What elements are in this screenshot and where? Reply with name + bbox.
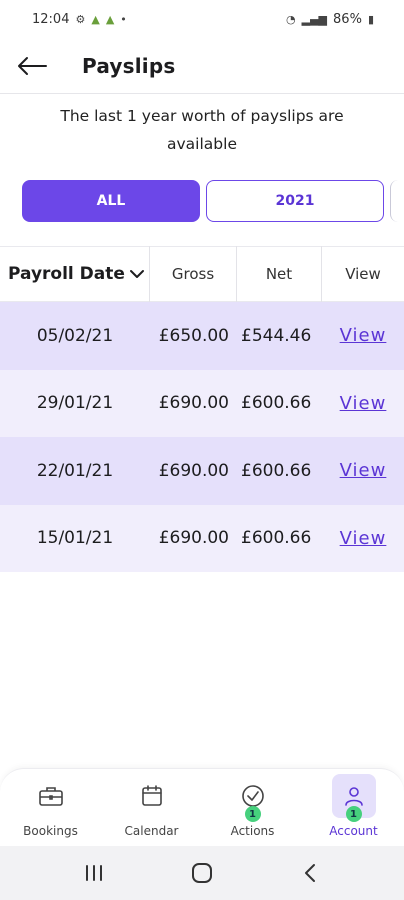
actions-badge: 1 — [244, 806, 261, 822]
nav-account[interactable]: 1 Account — [309, 774, 399, 838]
row-date: 15/01/21 — [36, 528, 114, 549]
dot-icon: • — [120, 12, 127, 26]
home-icon — [192, 863, 212, 883]
nav-icon-wrap: 1 — [231, 774, 275, 822]
nav-calendar[interactable]: Calendar — [107, 774, 197, 838]
android-icon: ▲ — [91, 12, 100, 26]
filter-tabs: ALL 2021 — [22, 180, 404, 222]
row-net: £544.46 — [241, 325, 312, 346]
android-icon: ▲ — [105, 12, 115, 26]
filter-2021-button[interactable]: 2021 — [206, 180, 384, 222]
nav-icon-wrap — [29, 774, 73, 818]
back-button[interactable] — [0, 38, 64, 94]
table-row: 05/02/21 £650.00 £544.46 View — [0, 302, 404, 370]
bottom-nav: Bookings Calendar 1 Actions 1 Account — [0, 768, 404, 846]
filter-next-peek[interactable] — [390, 180, 398, 222]
system-nav-bar — [0, 846, 404, 900]
gross-header: Gross — [150, 246, 237, 302]
nav-icon-wrap — [130, 774, 174, 818]
briefcase-icon — [38, 787, 63, 806]
nav-actions-label: Actions — [230, 824, 275, 838]
table-row: 22/01/21 £690.00 £600.66 View — [0, 437, 404, 505]
view-header: View — [345, 265, 381, 283]
nav-account-label: Account — [329, 824, 378, 838]
table-header: Payroll Date Gross Net View — [0, 246, 404, 302]
chevron-left-icon — [305, 864, 315, 882]
payslips-table: Payroll Date Gross Net View 05/02/21 £65… — [0, 246, 404, 572]
signal-icon: ▂▄▆ — [301, 12, 328, 26]
check-circle-icon — [241, 785, 264, 807]
status-right: ◔ ▂▄▆ 86% ▮ — [286, 12, 374, 27]
chevron-down-icon — [129, 270, 144, 278]
user-icon — [344, 787, 363, 806]
view-payslip-link[interactable]: View — [340, 528, 387, 549]
payroll-date-label: Payroll Date — [8, 264, 125, 284]
battery-percent: 86% — [333, 11, 362, 27]
row-gross: £690.00 — [158, 460, 229, 481]
table-row: 29/01/21 £690.00 £600.66 View — [0, 369, 404, 437]
status-time: 12:04 — [32, 11, 70, 27]
view-payslip-link[interactable]: View — [340, 393, 387, 414]
row-gross: £690.00 — [158, 528, 229, 549]
filter-all-button[interactable]: ALL — [22, 180, 200, 222]
settings-icon: ⚙ — [75, 12, 86, 26]
system-back-button[interactable] — [280, 853, 340, 893]
info-text: The last 1 year worth of payslips are av… — [60, 107, 344, 153]
view-payslip-link[interactable]: View — [340, 460, 387, 481]
row-date: 29/01/21 — [36, 393, 114, 414]
recent-apps-button[interactable] — [64, 853, 124, 893]
row-net: £600.66 — [241, 393, 312, 414]
net-header: Net — [237, 246, 322, 302]
view-payslip-link[interactable]: View — [340, 325, 387, 346]
nav-calendar-label: Calendar — [124, 824, 179, 838]
status-left: 12:04 ⚙ ▲ ▲ • — [32, 12, 127, 27]
app-header: Payslips — [0, 38, 404, 94]
battery-icon: ▮ — [367, 12, 374, 26]
nav-bookings-label: Bookings — [23, 824, 78, 838]
page-title: Payslips — [82, 53, 176, 78]
arrow-left-icon — [18, 56, 47, 75]
row-net: £600.66 — [241, 460, 312, 481]
row-gross: £690.00 — [158, 393, 229, 414]
account-badge: 1 — [345, 806, 362, 822]
wifi-icon: ◔ — [286, 12, 296, 26]
payroll-date-header[interactable]: Payroll Date — [0, 246, 150, 302]
nav-icon-wrap: 1 — [331, 774, 376, 822]
home-button[interactable] — [172, 853, 232, 893]
row-date: 05/02/21 — [36, 325, 114, 346]
row-date: 22/01/21 — [36, 460, 114, 481]
nav-bookings[interactable]: Bookings — [6, 774, 96, 838]
row-gross: £650.00 — [158, 325, 229, 346]
status-bar: 12:04 ⚙ ▲ ▲ • ◔ ▂▄▆ 86% ▮ — [0, 0, 404, 38]
calendar-icon — [141, 785, 162, 806]
table-row: 15/01/21 £690.00 £600.66 View — [0, 504, 404, 572]
row-net: £600.66 — [241, 528, 312, 549]
recent-apps-icon — [86, 865, 102, 881]
nav-actions[interactable]: 1 Actions — [208, 774, 298, 838]
